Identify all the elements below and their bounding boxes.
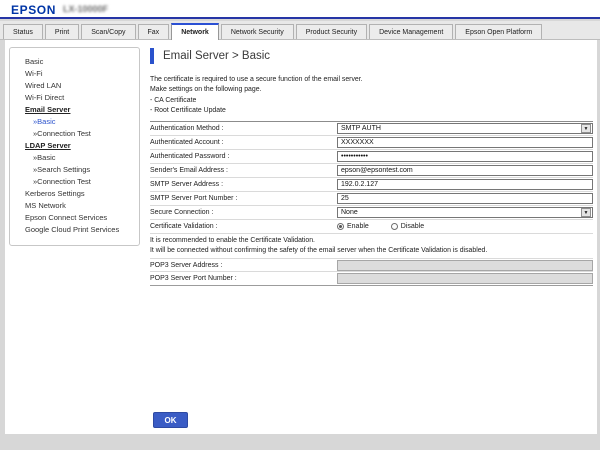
form-row-authenticated-password: Authenticated Password : — [150, 150, 593, 164]
intro-line: - CA Certificate — [150, 96, 593, 106]
form-row-smtp-server-port: SMTP Server Port Number : — [150, 192, 593, 206]
sidebar-item-wifi[interactable]: Wi-Fi — [10, 68, 139, 80]
field-label: POP3 Server Address : — [150, 262, 337, 269]
form-row-sender-email-address: Sender's Email Address : — [150, 164, 593, 178]
sidebar-item-wired-lan[interactable]: Wired LAN — [10, 80, 139, 92]
title-accent-bar — [150, 48, 154, 64]
authenticated-password-input[interactable] — [337, 151, 593, 162]
tab-epson-open-platform[interactable]: Epson Open Platform — [455, 24, 542, 39]
tab-network[interactable]: Network — [171, 23, 219, 40]
page-title-row: Email Server > Basic — [150, 48, 593, 64]
radio-label: Enable — [347, 223, 369, 230]
sidebar-item-basic[interactable]: Basic — [10, 56, 139, 68]
form-row-secure-connection: Secure Connection : None ▼ — [150, 206, 593, 220]
chevron-down-icon[interactable]: ▼ — [581, 208, 591, 217]
intro-line: Make settings on the following page. — [150, 85, 593, 95]
note-line: It will be connected without confirming … — [150, 246, 593, 255]
note-line: It is recommended to enable the Certific… — [150, 236, 593, 245]
sidebar-group-email-server[interactable]: Email Server — [10, 104, 139, 116]
sidebar-nav: Basic Wi-Fi Wired LAN Wi-Fi Direct Email… — [9, 47, 140, 246]
sidebar-item-email-server-connection-test[interactable]: »Connection Test — [10, 128, 139, 140]
web-config-page: EPSON LX-10000F Status Print Scan/Copy F… — [0, 0, 600, 450]
field-label: SMTP Server Address : — [150, 181, 337, 188]
intro-text: The certificate is required to use a sec… — [150, 75, 593, 116]
sidebar-item-epson-connect-services[interactable]: Epson Connect Services — [10, 212, 139, 224]
sidebar-item-kerberos-settings[interactable]: Kerberos Settings — [10, 188, 139, 200]
sidebar-item-ldap-basic[interactable]: »Basic — [10, 152, 139, 164]
radio-button-enable[interactable] — [337, 223, 344, 230]
certificate-validation-note: It is recommended to enable the Certific… — [150, 234, 593, 258]
sidebar-item-ldap-search-settings[interactable]: »Search Settings — [10, 164, 139, 176]
app-header: EPSON LX-10000F — [0, 0, 600, 19]
tab-fax[interactable]: Fax — [138, 24, 170, 39]
sidebar-item-ms-network[interactable]: MS Network — [10, 200, 139, 212]
sidebar-group-ldap-server[interactable]: LDAP Server — [10, 140, 139, 152]
authenticated-account-input[interactable] — [337, 137, 593, 148]
certificate-validation-radio-group: Enable Disable — [337, 223, 424, 230]
printer-model-name: LX-10000F — [63, 4, 108, 14]
field-label: Authenticated Password : — [150, 153, 337, 160]
chevron-down-icon[interactable]: ▼ — [581, 124, 591, 133]
smtp-server-port-input[interactable] — [337, 193, 593, 204]
tab-print[interactable]: Print — [45, 24, 79, 39]
pop3-server-address-input — [337, 260, 593, 271]
field-label: Certificate Validation : — [150, 223, 337, 230]
form-row-authenticated-account: Authenticated Account : — [150, 136, 593, 150]
field-label: Sender's Email Address : — [150, 167, 337, 174]
field-label: SMTP Server Port Number : — [150, 195, 337, 202]
radio-label: Disable — [401, 223, 424, 230]
sidebar-item-wifi-direct[interactable]: Wi-Fi Direct — [10, 92, 139, 104]
form-row-smtp-server-address: SMTP Server Address : — [150, 178, 593, 192]
field-label: Secure Connection : — [150, 209, 337, 216]
field-label: POP3 Server Port Number : — [150, 275, 337, 282]
content-area: Basic Wi-Fi Wired LAN Wi-Fi Direct Email… — [5, 40, 597, 434]
top-tab-bar: Status Print Scan/Copy Fax Network Netwo… — [0, 21, 600, 40]
sidebar-item-google-cloud-print-services[interactable]: Google Cloud Print Services — [10, 224, 139, 236]
form-row-pop3-server-port: POP3 Server Port Number : — [150, 272, 593, 286]
intro-line: - Root Certificate Update — [150, 106, 593, 116]
selected-value: None — [338, 209, 358, 216]
form-row-authentication-method: Authentication Method : SMTP AUTH ▼ — [150, 122, 593, 136]
main-panel: Email Server > Basic The certificate is … — [150, 48, 593, 286]
radio-button-disable[interactable] — [391, 223, 398, 230]
tab-product-security[interactable]: Product Security — [296, 24, 367, 39]
sender-email-address-input[interactable] — [337, 165, 593, 176]
pop3-server-port-input — [337, 273, 593, 284]
authentication-method-select[interactable]: SMTP AUTH ▼ — [337, 123, 593, 134]
sidebar-item-ldap-connection-test[interactable]: »Connection Test — [10, 176, 139, 188]
selected-value: SMTP AUTH — [338, 125, 381, 132]
form-row-pop3-server-address: POP3 Server Address : — [150, 258, 593, 272]
tab-scan-copy[interactable]: Scan/Copy — [81, 24, 135, 39]
epson-logo: EPSON — [11, 3, 56, 17]
form-row-certificate-validation: Certificate Validation : Enable Disable — [150, 220, 593, 234]
smtp-server-address-input[interactable] — [337, 179, 593, 190]
field-label: Authenticated Account : — [150, 139, 337, 146]
radio-option-disable[interactable]: Disable — [391, 223, 424, 230]
ok-button[interactable]: OK — [153, 412, 188, 428]
secure-connection-select[interactable]: None ▼ — [337, 207, 593, 218]
field-label: Authentication Method : — [150, 125, 337, 132]
intro-line: The certificate is required to use a sec… — [150, 75, 593, 85]
tab-device-management[interactable]: Device Management — [369, 24, 453, 39]
radio-option-enable[interactable]: Enable — [337, 223, 369, 230]
page-title: Email Server > Basic — [163, 50, 270, 62]
sidebar-item-email-server-basic[interactable]: »Basic — [10, 116, 139, 128]
tab-status[interactable]: Status — [3, 24, 43, 39]
tab-network-security[interactable]: Network Security — [221, 24, 294, 39]
